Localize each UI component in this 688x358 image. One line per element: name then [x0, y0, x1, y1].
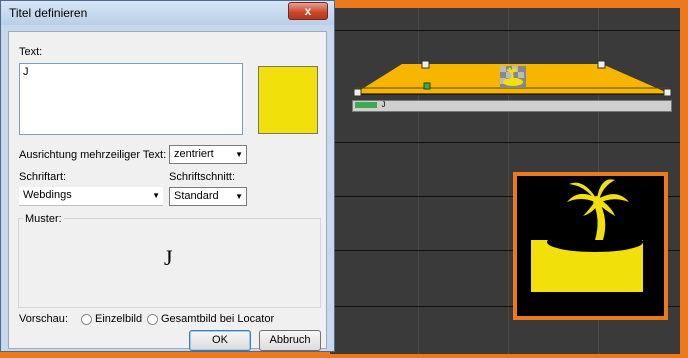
title-clip-shape: [353, 60, 672, 97]
title-text-value: J: [23, 66, 29, 78]
alignment-select[interactable]: zentriert ▼: [169, 145, 247, 164]
sample-text: J: [164, 245, 173, 270]
chevron-down-icon: ▼: [235, 150, 243, 159]
font-select[interactable]: Webdings ▼: [19, 187, 163, 206]
preview-label: Vorschau:: [19, 313, 68, 325]
dialog-client-area: Text: J Ausrichtung mehrzeiliger Text: z…: [8, 31, 327, 351]
ok-button[interactable]: OK: [189, 330, 251, 351]
style-label: Schriftschnitt:: [169, 171, 236, 183]
radio-locator-label: Gesamtbild bei Locator: [161, 313, 275, 325]
clip-scrollbar[interactable]: J: [352, 100, 672, 112]
title-preview-image: [513, 172, 668, 320]
font-label: Schriftart:: [19, 171, 67, 183]
chevron-down-icon: ▼: [235, 192, 243, 201]
palm-island-icon: [517, 176, 656, 308]
text-color-swatch[interactable]: [258, 66, 318, 134]
font-value: Webdings: [23, 189, 72, 201]
radio-single-frame[interactable]: [81, 314, 92, 325]
define-title-dialog: Titel definieren x Text: J Ausrichtung m…: [0, 0, 335, 352]
track-separator: [330, 142, 680, 143]
close-button[interactable]: x: [288, 2, 328, 20]
style-value: Standard: [174, 190, 219, 202]
clip-marker: J: [381, 101, 386, 110]
timeline-editor[interactable]: J: [330, 8, 680, 354]
radio-single-frame-label: Einzelbild: [95, 313, 143, 325]
cancel-button[interactable]: Abbruch: [259, 330, 321, 351]
style-select[interactable]: Standard ▼: [169, 187, 247, 206]
text-label: Text:: [19, 46, 43, 58]
close-icon: x: [304, 4, 312, 18]
scroll-thumb[interactable]: [355, 102, 377, 108]
dialog-title: Titel definieren: [9, 6, 88, 20]
sample-label: Muster:: [23, 213, 64, 225]
title-text-input[interactable]: J: [19, 63, 243, 135]
alignment-value: zentriert: [174, 148, 214, 160]
radio-locator[interactable]: [147, 314, 158, 325]
chevron-down-icon: ▼: [152, 191, 160, 200]
dialog-titlebar[interactable]: Titel definieren x: [1, 1, 334, 25]
title-clip[interactable]: [352, 60, 672, 100]
track-separator: [330, 30, 680, 31]
alignment-label: Ausrichtung mehrzeiliger Text:: [19, 149, 167, 161]
